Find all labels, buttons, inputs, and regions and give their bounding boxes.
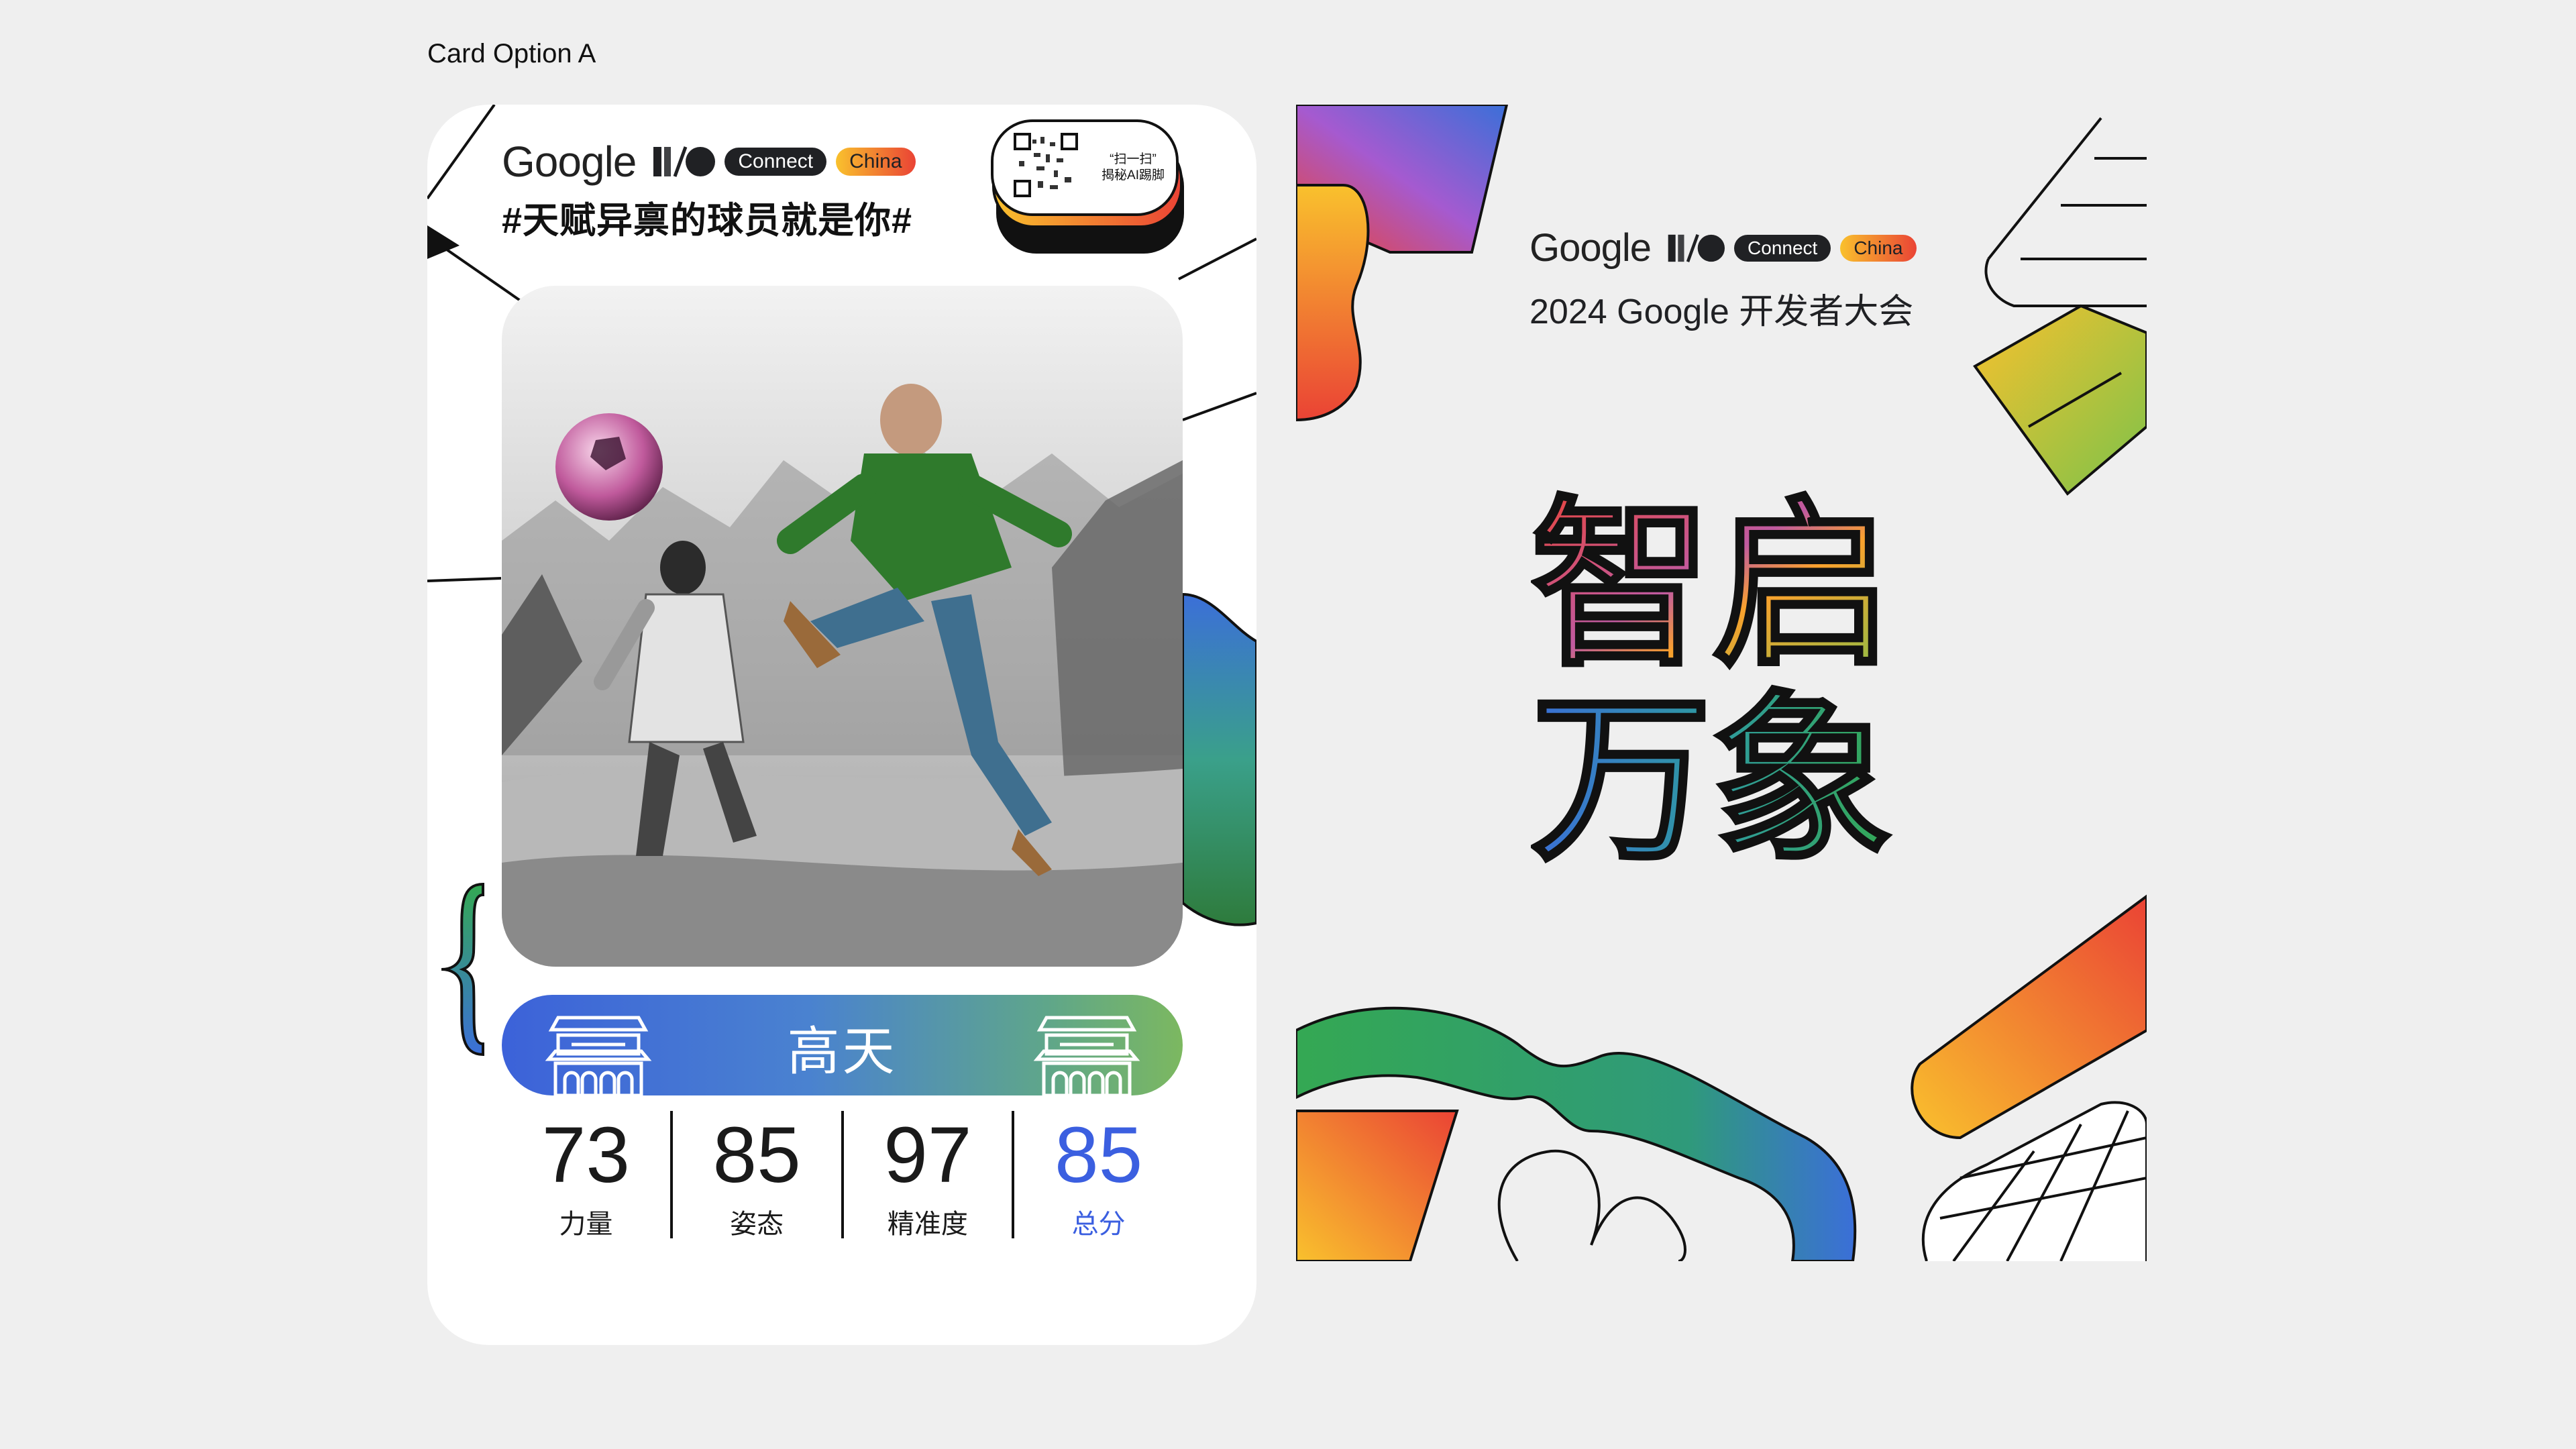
stat-precision: 97 精准度 (841, 1111, 1012, 1239)
stat-label: 总分 (1071, 1210, 1126, 1239)
stat-value: 85 (1054, 1111, 1143, 1199)
qr-caption-line2: 揭秘AI踢脚 (1102, 168, 1165, 182)
qr-caption: “扫一扫” 揭秘AI踢脚 (1090, 152, 1176, 184)
player-name-bar: 高天 (502, 995, 1183, 1095)
curly-brace-icon (441, 882, 484, 1057)
brand-logo-b: Google Connect China (1529, 225, 1917, 270)
stat-strength: 73 力量 (502, 1111, 670, 1239)
io-logo-icon (1666, 232, 1725, 264)
stats-row: 73 力量 85 姿态 97 精准度 85 总分 (502, 1111, 1183, 1239)
connect-badge: Connect (1734, 234, 1831, 262)
google-wordmark: Google (502, 138, 637, 186)
china-badge: China (1840, 234, 1917, 262)
card-option-b: Google Connect China 2024 Google 开发者大会 智… (1296, 105, 2147, 1261)
stat-total: 85 总分 (1012, 1111, 1183, 1239)
stat-posture: 85 姿态 (669, 1111, 841, 1239)
card-option-a: Google Connect China #天赋异禀的球员就是你# “扫一扫” … (427, 105, 1256, 1345)
connect-badge: Connect (724, 148, 827, 176)
qr-code-card[interactable]: “扫一扫” 揭秘AI踢脚 (989, 119, 1191, 260)
gate-icon (1033, 1016, 1140, 1095)
io-logo-icon (651, 144, 716, 179)
stat-label: 姿态 (730, 1210, 784, 1239)
qr-caption-line1: “扫一扫” (1110, 152, 1157, 166)
stat-value: 97 (883, 1111, 972, 1199)
event-subtitle: 2024 Google 开发者大会 (1529, 292, 1914, 331)
stat-value: 73 (541, 1111, 630, 1199)
stat-value: 85 (712, 1111, 801, 1199)
stat-label: 力量 (559, 1210, 613, 1239)
stat-label: 精准度 (887, 1210, 968, 1239)
hero-line-2: 万象 (1531, 674, 1893, 883)
hero-title: 智启 万象 (1531, 480, 1895, 883)
page-label: Card Option A (427, 39, 596, 68)
china-badge: China (836, 148, 916, 176)
hashtag-title: #天赋异禀的球员就是你# (502, 201, 913, 241)
brand-logo-a: Google Connect China (502, 137, 916, 186)
qr-code-icon (1014, 133, 1078, 197)
player-photo (502, 286, 1183, 967)
hero-line-1: 智启 (1531, 480, 1893, 691)
google-wordmark: Google (1529, 226, 1652, 270)
